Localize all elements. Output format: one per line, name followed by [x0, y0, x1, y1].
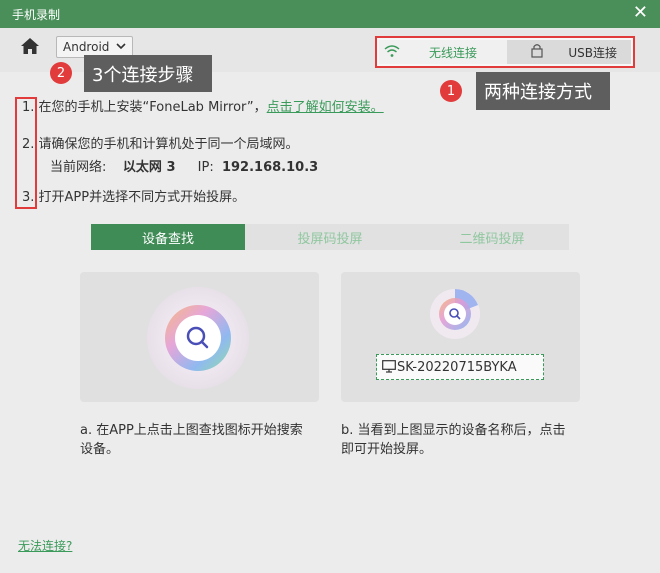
- ip-value: 192.168.10.3: [221, 160, 319, 175]
- lock-icon: [531, 44, 543, 58]
- tab-device-search-label: 设备查找: [141, 231, 194, 247]
- os-select-value: Android: [63, 40, 110, 54]
- desc-a-line2: 设备。: [80, 442, 120, 457]
- network-value: 以太网 3: [122, 160, 176, 175]
- step-2: 2. 请确保您的手机和计算机处于同一个局域网。: [22, 137, 299, 152]
- tab-qr-code[interactable]: 二维码投屏: [415, 224, 569, 250]
- tab-wireless-label: 无线连接: [428, 45, 477, 60]
- window-title: 手机录制: [12, 7, 61, 22]
- tab-cast-code-label: 投屏码投屏: [297, 231, 363, 247]
- tab-cast-code[interactable]: 投屏码投屏: [245, 224, 415, 250]
- step-1: 1. 在您的手机上安装“FoneLab Mirror”，点击了解如何安装。: [22, 96, 384, 115]
- card-search: [80, 272, 319, 402]
- card-device-description: b. 当看到上图显示的设备名称后，点击 即可开始投屏。: [341, 421, 566, 459]
- desc-a-line1: a. 在APP上点击上图查找图标开始搜索: [80, 423, 303, 438]
- card-search-description: a. 在APP上点击上图查找图标开始搜索 设备。: [80, 421, 303, 459]
- home-icon[interactable]: [20, 37, 40, 55]
- step-3: 3. 打开APP并选择不同方式开始投屏。: [22, 190, 246, 205]
- annotation-callout-1: 两种连接方式: [476, 72, 610, 110]
- tab-qr-code-label: 二维码投屏: [459, 231, 525, 247]
- ip-label: IP:: [197, 160, 214, 175]
- network-label: 当前网络:: [50, 160, 107, 175]
- tab-device-search[interactable]: 设备查找: [91, 224, 245, 250]
- annotation-callout-2: 3个连接步骤: [84, 55, 212, 92]
- chevron-down-icon: [116, 43, 126, 50]
- search-device-icon[interactable]: [146, 286, 250, 390]
- monitor-icon: [382, 360, 396, 373]
- search-device-small-icon: [430, 289, 480, 339]
- title-bar: 手机录制 ✕: [0, 0, 660, 28]
- desc-b-line2: 即可开始投屏。: [341, 442, 433, 457]
- how-to-install-link[interactable]: 点击了解如何安装。: [267, 100, 384, 115]
- annotation-badge-2: 2: [50, 62, 72, 84]
- step-1-text: 1. 在您的手机上安装“FoneLab Mirror”，: [22, 100, 267, 115]
- found-device-item[interactable]: SK-20220715BYKA: [376, 354, 544, 380]
- desc-b-line1: b. 当看到上图显示的设备名称后，点击: [341, 423, 566, 438]
- annotation-badge-1: 1: [440, 80, 462, 102]
- cast-method-tabs: 设备查找 投屏码投屏 二维码投屏: [91, 224, 569, 250]
- tab-usb-connect[interactable]: USB连接: [507, 40, 631, 64]
- connection-mode-tabs: 无线连接 USB连接: [375, 36, 635, 68]
- close-icon[interactable]: ✕: [633, 4, 648, 22]
- cant-connect-link[interactable]: 无法连接?: [18, 537, 72, 554]
- network-info: 当前网络: 以太网 3 IP: 192.168.10.3: [50, 156, 336, 175]
- tab-usb-label: USB连接: [568, 45, 617, 60]
- wifi-icon: [384, 45, 400, 57]
- card-device-found: [341, 272, 580, 402]
- device-name: SK-20220715BYKA: [397, 359, 517, 375]
